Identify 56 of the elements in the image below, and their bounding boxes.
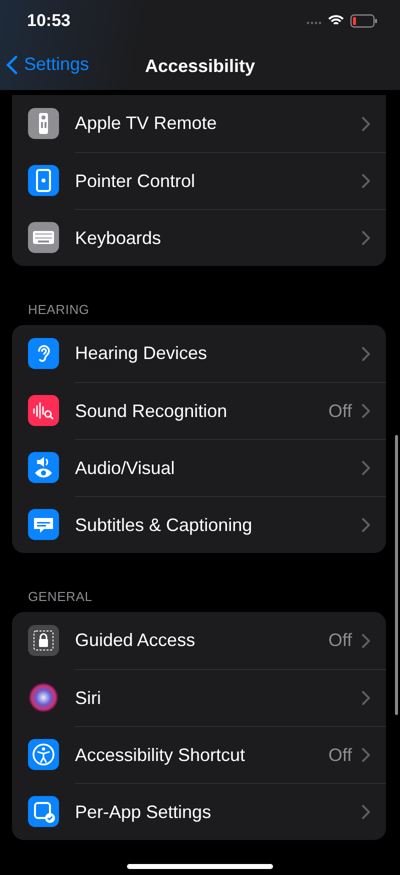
row-value: Off — [328, 400, 352, 422]
page-title: Accessibility — [144, 56, 256, 76]
chevron-icon — [362, 461, 370, 475]
row-label: Siri — [75, 688, 102, 708]
settings-row[interactable]: Audio/Visual — [12, 439, 386, 496]
chevron-icon — [362, 231, 370, 245]
battery-icon — [350, 14, 377, 28]
app-check-icon — [28, 796, 59, 827]
row-label: Subtitles & Captioning — [75, 514, 254, 536]
settings-row[interactable]: Siri — [12, 669, 386, 726]
row-label: Accessibility Shortcut — [75, 744, 246, 766]
chevron-icon — [362, 634, 370, 648]
settings-row[interactable]: Guided Access Off — [12, 612, 386, 669]
accessibility-icon — [28, 739, 59, 770]
settings-row[interactable]: Apple TV Remote — [12, 95, 386, 152]
chevron-icon — [362, 748, 370, 762]
chevron-icon — [362, 174, 370, 188]
chevron-icon — [362, 691, 370, 705]
chevron-icon — [362, 346, 370, 360]
settings-row[interactable]: Sound Recognition Off — [12, 382, 386, 439]
row-label: Guided Access — [75, 630, 196, 651]
settings-row[interactable]: Keyboards — [12, 209, 386, 266]
back-button[interactable]: Settings — [4, 52, 92, 77]
lock-icon — [28, 625, 59, 656]
chevron-icon — [362, 518, 370, 532]
orb-icon — [28, 682, 59, 713]
row-label: Per-App Settings — [75, 802, 212, 822]
section-header: HEARING — [28, 302, 90, 317]
row-label: Apple TV Remote — [75, 113, 218, 134]
section-header: GENERAL — [28, 589, 92, 604]
row-label: Audio/Visual — [75, 458, 176, 478]
row-label: Pointer Control — [75, 170, 196, 192]
signal-icon — [306, 22, 322, 24]
ear-icon — [28, 338, 59, 369]
settings-row[interactable]: Subtitles & Captioning — [12, 496, 386, 553]
wifi-icon — [328, 15, 344, 25]
chevron-icon — [362, 404, 370, 418]
speaker-eye-icon — [28, 452, 59, 483]
status-time: 10:53 — [27, 11, 70, 31]
keyboard-icon — [28, 222, 59, 253]
row-label: Sound Recognition — [75, 400, 228, 422]
settings-row[interactable]: Hearing Devices — [12, 325, 386, 382]
row-value: Off — [328, 744, 352, 766]
chevron-icon — [362, 805, 370, 819]
chevron-icon — [362, 116, 370, 130]
settings-row[interactable]: Accessibility Shortcut Off — [12, 726, 386, 783]
waveform-icon — [28, 395, 59, 426]
remote-icon — [28, 108, 59, 139]
pointer-icon — [28, 165, 59, 196]
back-chevron-icon — [6, 54, 18, 74]
row-label: Hearing Devices — [75, 343, 208, 364]
row-value: Off — [328, 630, 352, 651]
settings-row[interactable]: Per-App Settings — [12, 783, 386, 840]
caption-bubble-icon — [28, 509, 59, 540]
settings-row[interactable]: Pointer Control — [12, 152, 386, 209]
row-label: Keyboards — [75, 228, 162, 248]
